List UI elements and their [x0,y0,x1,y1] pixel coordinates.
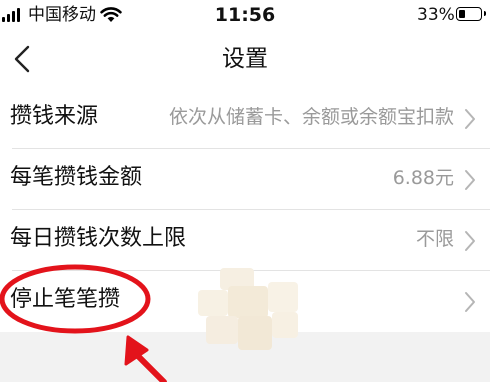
settings-list: 攒钱来源 依次从储蓄卡、余额或余额宝扣款 每笔攒钱金额 6.88元 每日攒钱次数… [0,88,490,332]
setting-label: 停止笔笔攒 [10,287,121,312]
navigation-bar: 设置 [0,30,490,88]
arrow-line [131,349,167,382]
setting-value: 不限 [415,228,454,250]
setting-value: 依次从储蓄卡、余额或余额宝扣款 [168,106,454,128]
page-title: 设置 [222,46,268,72]
setting-label: 每笔攒钱金额 [10,165,143,190]
arrow-head [124,335,149,366]
battery-percent: 33% [417,5,455,25]
setting-value: 6.88元 [392,167,454,189]
setting-row-stop-saving[interactable]: 停止笔笔攒 [0,271,490,332]
setting-label: 每日攒钱次数上限 [10,226,187,251]
setting-row-amount-per-save[interactable]: 每笔攒钱金额 6.88元 [0,149,490,210]
battery-level-fill [459,10,466,18]
status-bar: 中国移动 11:56 33% [0,0,490,30]
chevron-right-icon [465,231,475,251]
chevron-right-icon [465,109,475,129]
chevron-right-icon [465,170,475,190]
setting-row-daily-limit[interactable]: 每日攒钱次数上限 不限 [0,210,490,271]
setting-row-funding-source[interactable]: 攒钱来源 依次从储蓄卡、余额或余额宝扣款 [0,88,490,149]
battery-icon [456,7,486,21]
settings-screen: 中国移动 11:56 33% 设置 攒钱来源 依次从储蓄卡、余额或余额宝扣款 每… [0,0,490,382]
chevron-right-icon [465,292,475,312]
setting-label: 攒钱来源 [10,104,99,129]
